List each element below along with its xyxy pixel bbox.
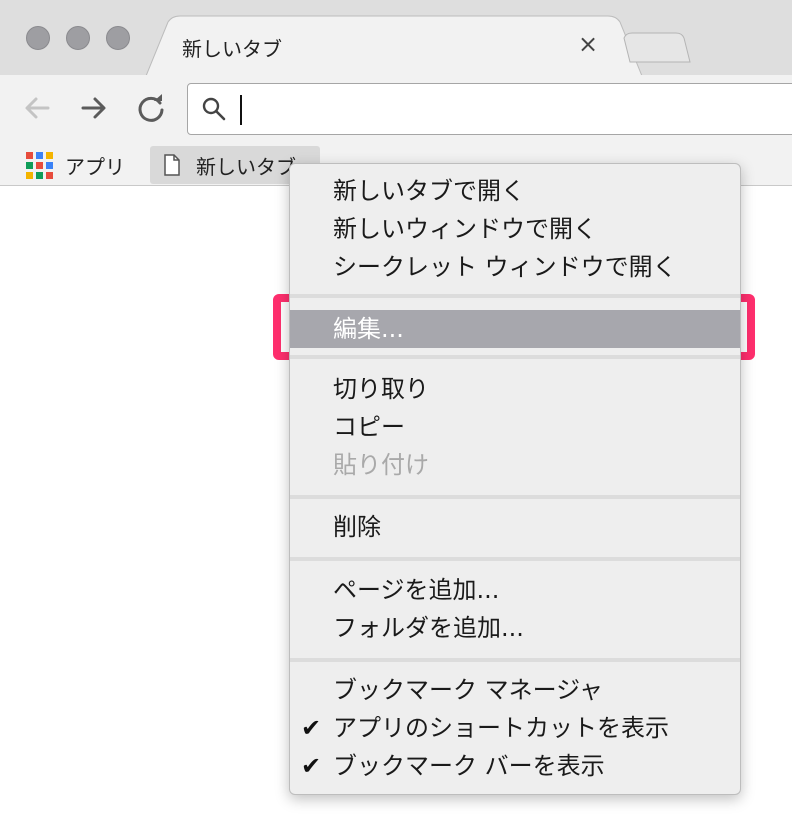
bookmark-apps-label: アプリ bbox=[65, 154, 125, 179]
apps-grid-dot bbox=[36, 161, 43, 169]
apps-grid-dot bbox=[26, 171, 33, 179]
bookmark-context-menu: 新しいタブで開く 新しいウィンドウで開く シークレット ウィンドウで開く 編集.… bbox=[289, 163, 741, 795]
bookmark-apps[interactable]: アプリ bbox=[26, 146, 125, 184]
text-caret bbox=[240, 95, 242, 125]
menu-bookmark-manager[interactable]: ブックマーク マネージャ bbox=[290, 671, 740, 709]
page-icon bbox=[164, 154, 180, 176]
menu-add-folder[interactable]: フォルダを追加... bbox=[290, 609, 740, 647]
apps-grid-dot bbox=[36, 171, 43, 179]
checkmark-icon: ✔ bbox=[301, 752, 322, 780]
menu-open-new-window[interactable]: 新しいウィンドウで開く bbox=[290, 210, 740, 248]
menu-copy[interactable]: コピー bbox=[290, 408, 740, 446]
new-tab-button bbox=[623, 32, 691, 63]
menu-paste: 貼り付け bbox=[333, 451, 429, 479]
menu-show-apps-shortcut[interactable]: ✔ アプリのショートカットを表示 bbox=[290, 709, 740, 747]
menu-open-new-tab[interactable]: 新しいタブで開く bbox=[290, 172, 740, 210]
search-icon bbox=[202, 97, 226, 121]
apps-grid-dot bbox=[46, 161, 53, 169]
menu-separator bbox=[290, 557, 740, 561]
menu-edit[interactable]: 編集... bbox=[290, 310, 740, 348]
apps-grid-dot bbox=[46, 171, 53, 179]
active-tab[interactable] bbox=[0, 0, 792, 76]
back-arrow-icon[interactable] bbox=[20, 91, 54, 125]
apps-grid-dot bbox=[26, 151, 33, 159]
apps-grid-dot bbox=[26, 161, 33, 169]
menu-show-apps-shortcut-label: アプリのショートカットを表示 bbox=[333, 714, 669, 742]
tab-close-icon[interactable]: × bbox=[574, 30, 602, 58]
menu-separator bbox=[290, 294, 740, 298]
menu-cut[interactable]: 切り取り bbox=[290, 370, 740, 408]
menu-show-bookmarks-bar[interactable]: ✔ ブックマーク バーを表示 bbox=[290, 747, 740, 785]
menu-add-page[interactable]: ページを追加... bbox=[290, 571, 740, 609]
menu-separator bbox=[290, 355, 740, 359]
bookmark-new-tab-label: 新しいタブ bbox=[196, 154, 296, 179]
title-bar: 新しいタブ × bbox=[0, 0, 792, 76]
reload-icon[interactable] bbox=[134, 91, 168, 125]
menu-open-incognito[interactable]: シークレット ウィンドウで開く bbox=[290, 248, 740, 286]
menu-separator bbox=[290, 658, 740, 662]
apps-grid-dot bbox=[36, 151, 43, 159]
menu-show-bookmarks-bar-label: ブックマーク バーを表示 bbox=[333, 752, 605, 780]
checkmark-icon: ✔ bbox=[301, 714, 322, 742]
menu-delete[interactable]: 削除 bbox=[290, 508, 740, 546]
address-bar[interactable] bbox=[187, 83, 792, 135]
apps-grid-dot bbox=[46, 151, 53, 159]
apps-grid-icon bbox=[26, 151, 53, 179]
menu-separator bbox=[290, 495, 740, 499]
tab-title: 新しいタブ bbox=[182, 37, 282, 61]
forward-arrow-icon[interactable] bbox=[77, 91, 111, 125]
address-input[interactable] bbox=[238, 92, 778, 126]
